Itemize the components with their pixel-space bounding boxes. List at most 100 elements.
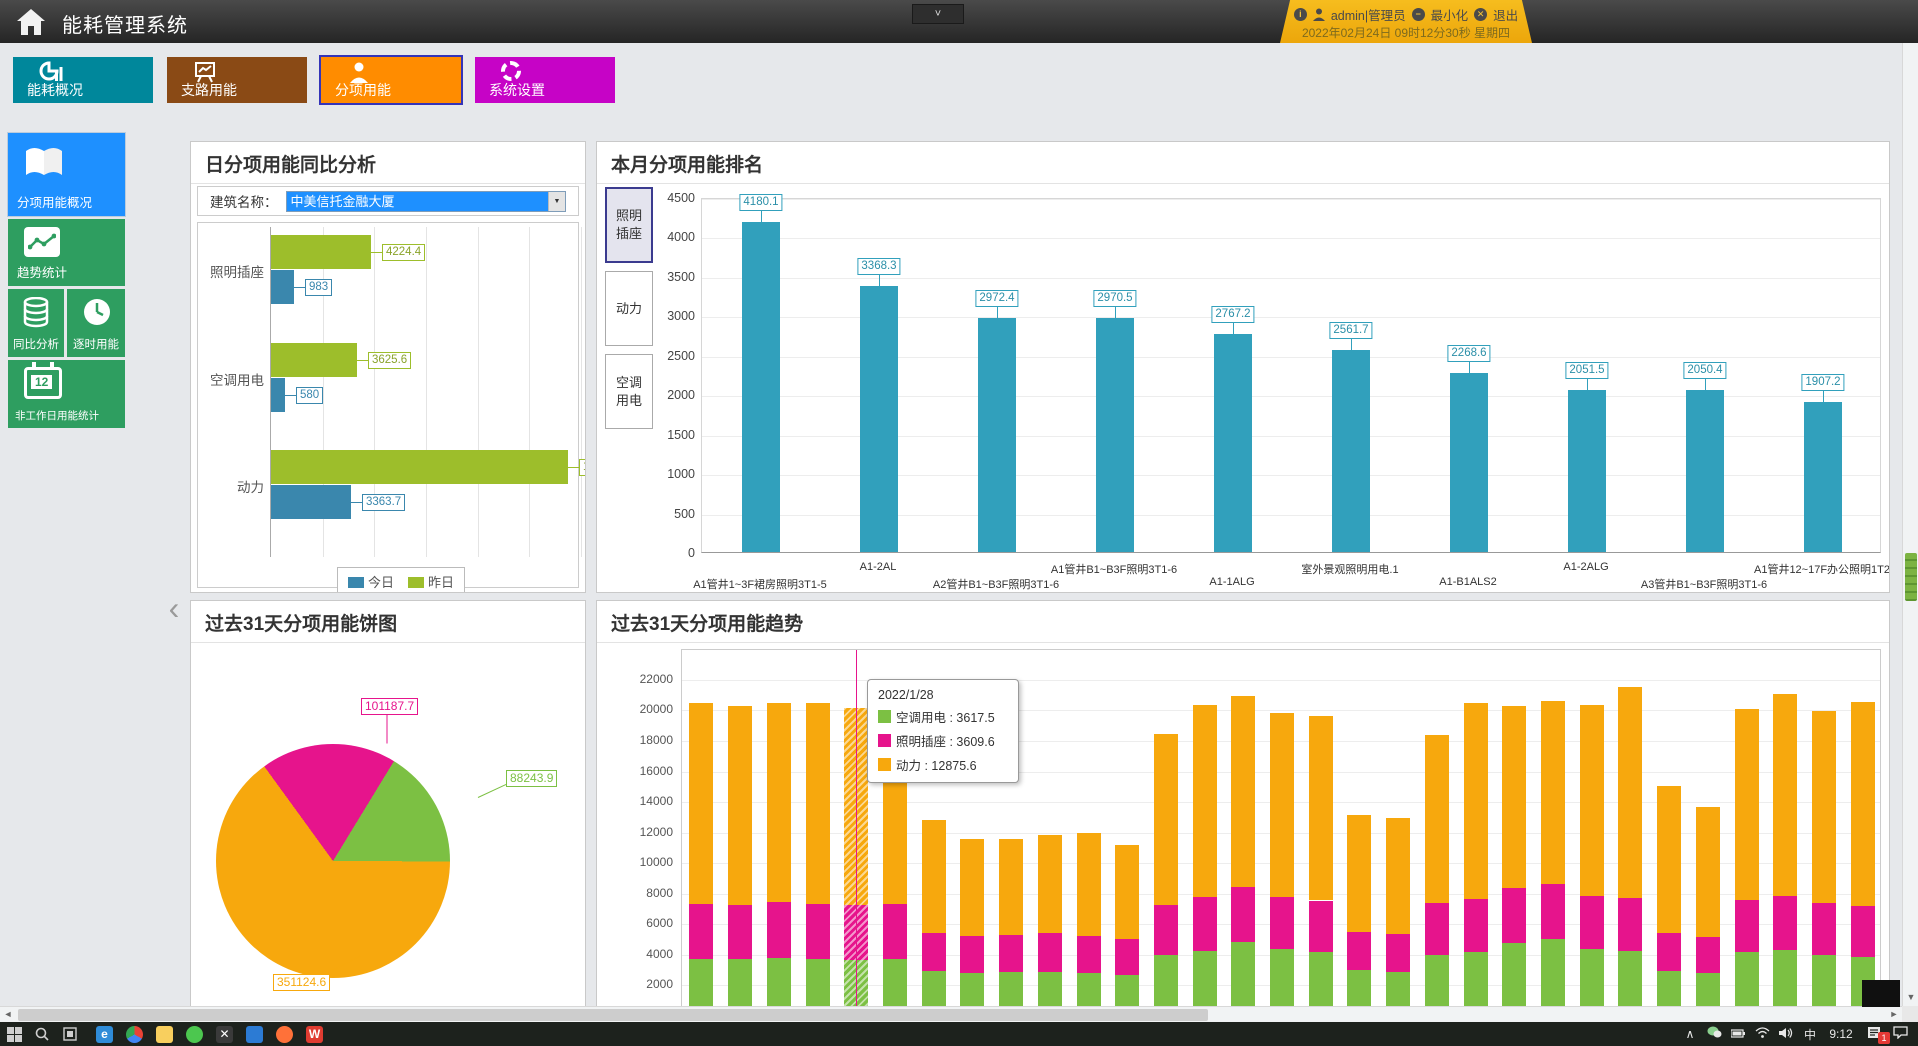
bar-今日[interactable]: [271, 485, 351, 519]
ime-indicator[interactable]: 中: [1800, 1026, 1820, 1043]
trend-bar-segment-动力[interactable]: [1773, 694, 1797, 896]
trend-bar-segment-空调用电[interactable]: [960, 973, 984, 1006]
ranking-bar[interactable]: [1332, 350, 1370, 552]
taskbar-clock[interactable]: 9:12: [1824, 1027, 1858, 1041]
minimize-button[interactable]: 最小化: [1431, 5, 1469, 24]
trend-bar-segment-照明插座[interactable]: [767, 902, 791, 958]
trend-bar-segment-动力[interactable]: [1038, 835, 1062, 934]
vertical-scrollbar[interactable]: ▲ ▼: [1902, 0, 1918, 1006]
battery-icon[interactable]: [1728, 1027, 1748, 1041]
trend-bar-segment-动力[interactable]: [1502, 706, 1526, 889]
trend-bar-segment-动力[interactable]: [1580, 705, 1604, 896]
scroll-right-arrow[interactable]: ►: [1886, 1007, 1902, 1023]
trend-bar-segment-照明插座[interactable]: [806, 904, 830, 959]
trend-bar-segment-空调用电[interactable]: [1347, 970, 1371, 1006]
trend-bar-segment-照明插座[interactable]: [1696, 937, 1720, 973]
ranking-bar[interactable]: [1804, 402, 1842, 552]
trend-bar-segment-动力[interactable]: [1618, 687, 1642, 899]
close-icon[interactable]: ✕: [1474, 8, 1487, 21]
trend-bar-segment-动力[interactable]: [1386, 818, 1410, 934]
trend-bar-segment-空调用电[interactable]: [1154, 955, 1178, 1006]
trend-bar-segment-动力[interactable]: [1154, 734, 1178, 905]
notification-icon[interactable]: 1: [1862, 1026, 1886, 1042]
nav-tab-energy-overview[interactable]: 能耗概况: [13, 57, 153, 103]
nav-tab-subitem-energy[interactable]: 分项用能: [321, 57, 461, 103]
sidebar-item-yoy-analysis[interactable]: 同比分析: [8, 289, 64, 357]
wechat-tray-icon[interactable]: [1704, 1026, 1724, 1042]
trend-bar-segment-照明插座[interactable]: [1154, 905, 1178, 955]
sidebar-item-nonworkday-stats[interactable]: 12 非工作日用能统计: [8, 360, 125, 428]
trend-bar-segment-空调用电[interactable]: [1618, 951, 1642, 1006]
legend-item[interactable]: 昨日: [408, 572, 454, 591]
trend-bar-segment-动力[interactable]: [1657, 786, 1681, 933]
trend-bar-segment-照明插座[interactable]: [1541, 884, 1565, 940]
search-icon[interactable]: [28, 1022, 56, 1046]
wifi-icon[interactable]: [1752, 1027, 1772, 1041]
trend-bar-segment-照明插座[interactable]: [1464, 899, 1488, 953]
trend-bar-segment-动力[interactable]: [1696, 807, 1720, 938]
legend-item[interactable]: 今日: [348, 572, 394, 591]
ranking-bar[interactable]: [1096, 318, 1134, 552]
trend-bar-segment-动力[interactable]: [728, 706, 752, 905]
trend-bar-segment-照明插座[interactable]: [1309, 901, 1333, 953]
header-dropdown-button[interactable]: ˅: [912, 4, 964, 24]
vertical-scrollbar-thumb[interactable]: [1905, 553, 1917, 601]
trend-bar-segment-动力[interactable]: [1347, 815, 1371, 932]
trend-bar-segment-空调用电[interactable]: [1541, 939, 1565, 1006]
trend-bar-segment-照明插座[interactable]: [1851, 906, 1875, 957]
minimize-icon[interactable]: −: [1412, 8, 1425, 21]
bar-昨日[interactable]: [271, 343, 357, 377]
trend-bar-segment-照明插座[interactable]: [1386, 934, 1410, 971]
sidebar-item-hourly-energy[interactable]: 逐时用能: [67, 289, 125, 357]
trend-bar-segment-照明插座[interactable]: [1193, 897, 1217, 951]
trend-bar-segment-照明插座[interactable]: [960, 936, 984, 973]
building-combobox[interactable]: 中美信托金融大厦 ▼: [286, 191, 567, 212]
horizontal-scrollbar-thumb[interactable]: [18, 1009, 1208, 1021]
scroll-down-arrow[interactable]: ▼: [1903, 990, 1918, 1006]
trend-bar-segment-照明插座[interactable]: [1657, 933, 1681, 970]
pie-chart[interactable]: [216, 744, 450, 978]
action-center-icon[interactable]: [1890, 1026, 1910, 1042]
trend-bar-segment-动力[interactable]: [1077, 833, 1101, 935]
trend-bar-segment-空调用电[interactable]: [767, 958, 791, 1006]
trend-bar-segment-空调用电[interactable]: [1193, 951, 1217, 1006]
trend-bar-segment-动力[interactable]: [1812, 711, 1836, 903]
ranking-bar[interactable]: [1450, 373, 1488, 552]
trend-bar-segment-动力[interactable]: [1464, 703, 1488, 899]
trend-bar-segment-空调用电[interactable]: [1464, 952, 1488, 1006]
trend-bar-segment-空调用电[interactable]: [806, 959, 830, 1007]
trend-bar-segment-空调用电[interactable]: [1115, 975, 1139, 1007]
rank-tab-lighting-socket[interactable]: 照明插座: [605, 187, 653, 263]
trend-bar-segment-空调用电[interactable]: [999, 972, 1023, 1006]
trend-bar-segment-空调用电[interactable]: [689, 959, 713, 1007]
trend-bar-segment-照明插座[interactable]: [1773, 896, 1797, 950]
trend-bar-segment-动力[interactable]: [1270, 713, 1294, 897]
bar-今日[interactable]: [271, 378, 285, 412]
nav-tab-branch-energy[interactable]: 支路用能: [167, 57, 307, 103]
wechat-icon[interactable]: [186, 1026, 203, 1043]
trend-bar-segment-动力[interactable]: [1425, 735, 1449, 902]
trend-bar-segment-空调用电[interactable]: [1735, 952, 1759, 1006]
chevron-up-icon[interactable]: ∧: [1680, 1027, 1700, 1041]
firefox-browser-icon[interactable]: [276, 1026, 293, 1043]
ranking-bar[interactable]: [1568, 390, 1606, 552]
volume-icon[interactable]: [1776, 1027, 1796, 1042]
trend-bar-segment-照明插座[interactable]: [883, 904, 907, 959]
trend-bar-segment-照明插座[interactable]: [1077, 936, 1101, 973]
nav-tab-system-settings[interactable]: 系统设置: [475, 57, 615, 103]
bar-昨日[interactable]: [271, 450, 568, 484]
task-view-icon[interactable]: [56, 1022, 84, 1046]
trend-bar-segment-空调用电[interactable]: [1773, 950, 1797, 1006]
trend-bar-segment-空调用电[interactable]: [1386, 972, 1410, 1007]
trend-bar-segment-照明插座[interactable]: [728, 905, 752, 959]
home-icon[interactable]: [10, 4, 52, 39]
trend-bar-segment-空调用电[interactable]: [922, 971, 946, 1006]
trend-bar-segment-照明插座[interactable]: [1425, 903, 1449, 955]
trend-bar-segment-空调用电[interactable]: [1231, 942, 1255, 1006]
trend-bar-segment-动力[interactable]: [1231, 696, 1255, 887]
trend-bar-segment-照明插座[interactable]: [1231, 887, 1255, 942]
trend-bar-segment-动力[interactable]: [689, 703, 713, 904]
trend-bar-segment-空调用电[interactable]: [1038, 972, 1062, 1007]
info-icon[interactable]: i: [1294, 8, 1307, 21]
edge-browser-icon[interactable]: e: [96, 1026, 113, 1043]
